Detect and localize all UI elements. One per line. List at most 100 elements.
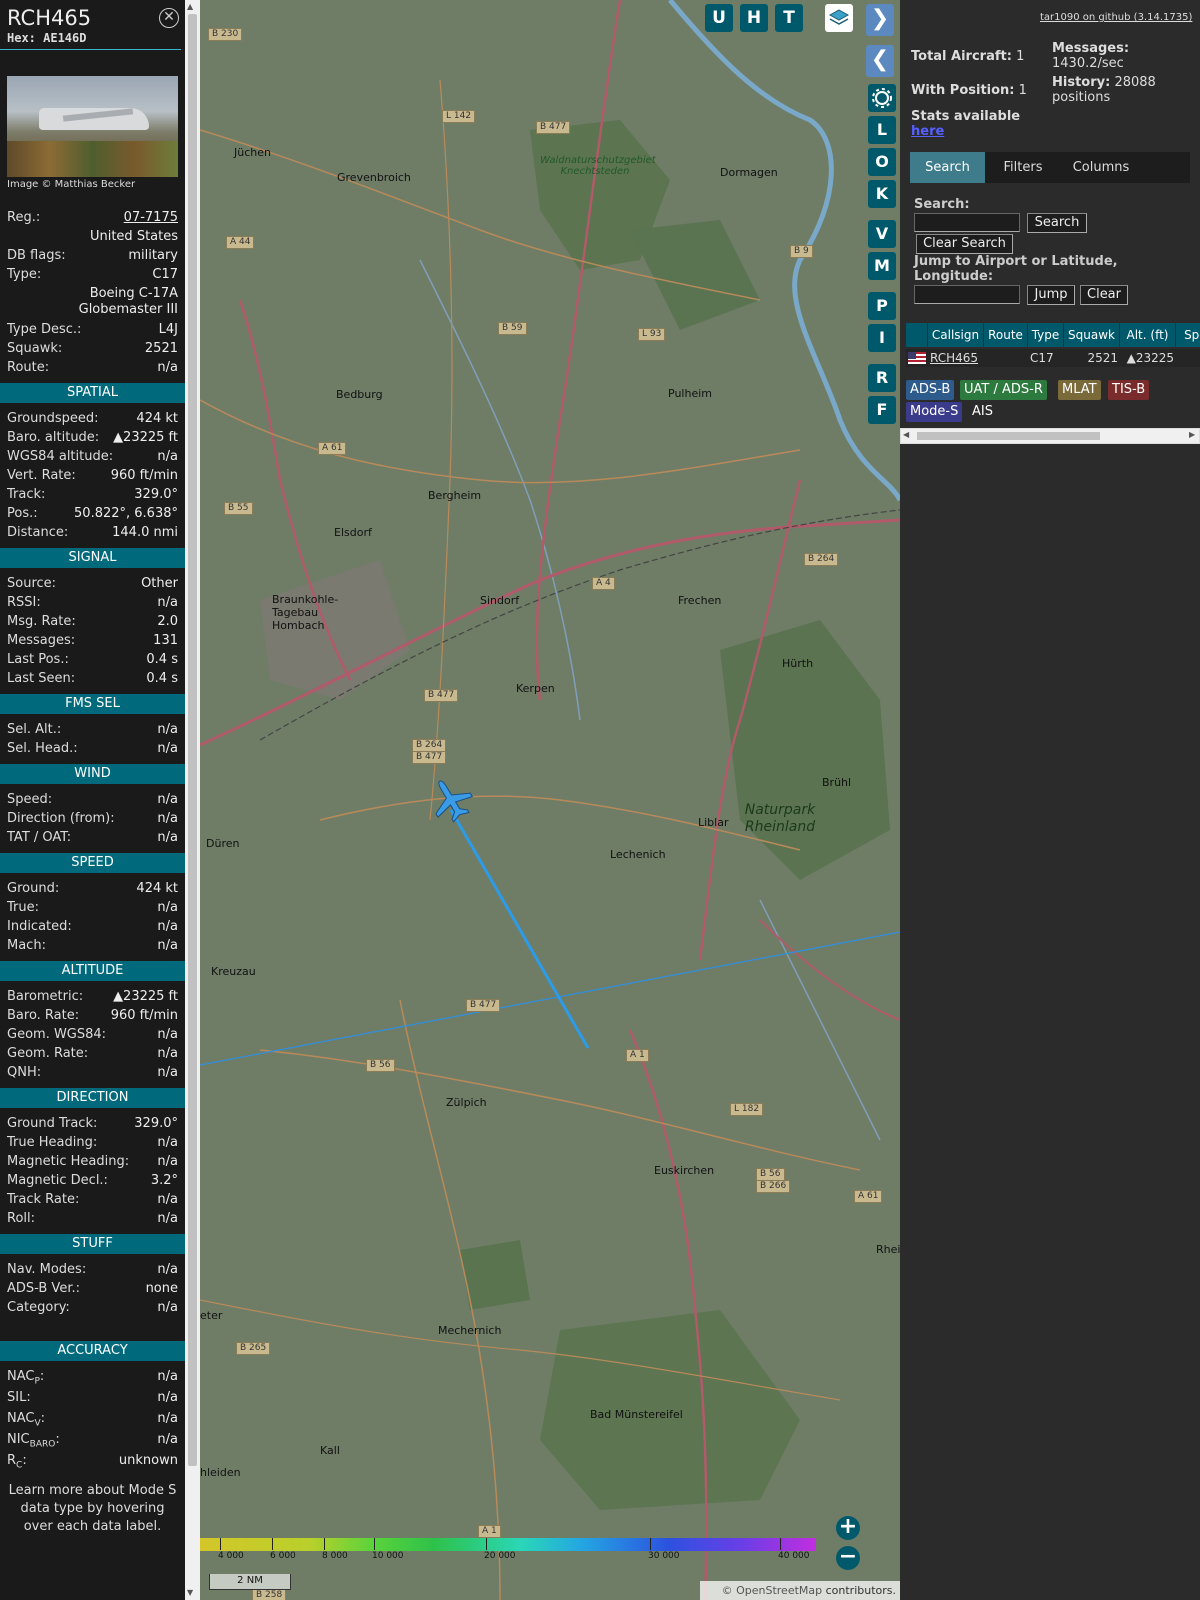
- info-row-label[interactable]: Source:: [7, 574, 56, 593]
- info-row-label[interactable]: True:: [7, 898, 39, 917]
- col-altitude[interactable]: Alt. (ft): [1120, 323, 1176, 347]
- info-row-label[interactable]: Distance:: [7, 523, 68, 542]
- info-row-label[interactable]: TAT / OAT:: [7, 828, 71, 847]
- toggle-o-button[interactable]: O: [868, 148, 896, 176]
- info-row-label[interactable]: Last Seen:: [7, 669, 75, 688]
- info-row-label[interactable]: DB flags:: [7, 246, 66, 265]
- info-row-label[interactable]: Roll:: [7, 1209, 35, 1228]
- hscroll-thumb[interactable]: [917, 432, 1100, 440]
- info-row-label[interactable]: Geom. WGS84:: [7, 1025, 106, 1044]
- info-row-label[interactable]: ADS-B Ver.:: [7, 1279, 80, 1298]
- toggle-i-button[interactable]: I: [868, 324, 896, 352]
- info-row-label[interactable]: QNH:: [7, 1063, 41, 1082]
- info-row-label[interactable]: Mach:: [7, 936, 46, 955]
- legend-ais[interactable]: AIS: [968, 402, 997, 422]
- map-view[interactable]: Jüchen Grevenbroich Dormagen Bedburg Pulheim…: [200, 0, 900, 1600]
- info-row-label[interactable]: Indicated:: [7, 917, 72, 936]
- col-callsign[interactable]: Callsign: [928, 323, 984, 347]
- toggle-v-button[interactable]: V: [868, 220, 896, 248]
- info-row-label[interactable]: Squawk:: [7, 339, 62, 358]
- info-row-label[interactable]: Track Rate:: [7, 1190, 79, 1209]
- toggle-m-button[interactable]: M: [868, 252, 896, 280]
- aircraft-photo[interactable]: [7, 76, 178, 177]
- info-row-label[interactable]: Route:: [7, 358, 49, 377]
- info-row-label[interactable]: Vert. Rate:: [7, 466, 76, 485]
- github-link[interactable]: tar1090 on github (3.14.1735): [1040, 12, 1192, 23]
- toggle-u-button[interactable]: U: [705, 4, 733, 32]
- info-row-label[interactable]: Baro. altitude:: [7, 428, 99, 447]
- scroll-left-icon[interactable]: ◀: [903, 430, 909, 439]
- info-row-label[interactable]: Speed:: [7, 790, 52, 809]
- search-button[interactable]: Search: [1027, 213, 1087, 233]
- accuracy-label[interactable]: RC:: [7, 1451, 27, 1472]
- info-row-label[interactable]: Ground Track:: [7, 1114, 97, 1133]
- scroll-up-icon[interactable]: ▲: [187, 2, 193, 11]
- info-row-label[interactable]: Sel. Alt.:: [7, 720, 61, 739]
- layers-icon[interactable]: [825, 4, 853, 32]
- row-callsign[interactable]: RCH465: [930, 349, 984, 367]
- scroll-down-icon[interactable]: ▼: [187, 1588, 193, 1597]
- info-row-label[interactable]: Messages:: [7, 631, 75, 650]
- legend-uat-ads-r[interactable]: UAT / ADS-R: [960, 380, 1047, 400]
- info-row-value[interactable]: 07-7175: [124, 208, 178, 227]
- info-row-label[interactable]: Groundspeed:: [7, 409, 98, 428]
- accuracy-label[interactable]: NICBARO:: [7, 1430, 60, 1451]
- info-row-label[interactable]: Magnetic Heading:: [7, 1152, 129, 1171]
- legend-tis-b[interactable]: TIS-B: [1108, 380, 1150, 400]
- info-row-label[interactable]: True Heading:: [7, 1133, 97, 1152]
- clear-search-button[interactable]: Clear Search: [916, 234, 1013, 254]
- legend-mlat[interactable]: MLAT: [1058, 380, 1101, 400]
- info-row-label[interactable]: Magnetic Decl.:: [7, 1171, 108, 1190]
- close-icon[interactable]: ✕: [159, 8, 179, 28]
- info-row-label[interactable]: WGS84 altitude:: [7, 447, 113, 466]
- info-row-label[interactable]: Sel. Head.:: [7, 739, 78, 758]
- scrollbar-thumb[interactable]: [188, 14, 197, 1466]
- zoom-in-icon[interactable]: +: [836, 1516, 860, 1540]
- toggle-r-button[interactable]: R: [868, 364, 896, 392]
- info-row-label[interactable]: Category:: [7, 1298, 70, 1317]
- chevron-left-icon[interactable]: ❮: [866, 45, 894, 77]
- osm-link[interactable]: © OpenStreetMap: [722, 1584, 823, 1597]
- info-scrollbar[interactable]: ▲ ▼: [185, 0, 200, 1600]
- tab-columns[interactable]: Columns: [1061, 152, 1141, 183]
- tab-filters[interactable]: Filters: [993, 152, 1053, 183]
- search-input[interactable]: [914, 213, 1020, 232]
- info-row-label[interactable]: Baro. Rate:: [7, 1006, 79, 1025]
- toggle-p-button[interactable]: P: [868, 292, 896, 320]
- jump-button[interactable]: Jump: [1027, 285, 1075, 305]
- jump-input[interactable]: [914, 285, 1020, 304]
- col-flag[interactable]: [906, 323, 928, 347]
- settings-gear-icon[interactable]: [868, 84, 896, 112]
- info-row-label[interactable]: Barometric:: [7, 987, 83, 1006]
- col-route[interactable]: Route: [984, 323, 1028, 347]
- toggle-l-button[interactable]: L: [868, 116, 896, 144]
- tab-search[interactable]: Search: [910, 152, 985, 183]
- chevron-right-icon[interactable]: ❯: [866, 4, 894, 36]
- info-row-label[interactable]: Geom. Rate:: [7, 1044, 88, 1063]
- legend-mode-s[interactable]: Mode-S: [906, 402, 963, 422]
- table-horizontal-scrollbar[interactable]: ◀ ▶: [900, 428, 1200, 444]
- info-row-label[interactable]: Type Desc.:: [7, 320, 81, 339]
- info-row-label[interactable]: Type:: [7, 265, 41, 284]
- col-type[interactable]: Type: [1028, 323, 1064, 347]
- info-row-label[interactable]: Last Pos.:: [7, 650, 69, 669]
- info-row-label[interactable]: Track:: [7, 485, 45, 504]
- toggle-t-button[interactable]: T: [775, 4, 803, 32]
- zoom-out-icon[interactable]: −: [836, 1546, 860, 1570]
- info-row-label[interactable]: Direction (from):: [7, 809, 115, 828]
- col-squawk[interactable]: Squawk: [1064, 323, 1120, 347]
- info-row-label[interactable]: Msg. Rate:: [7, 612, 76, 631]
- info-row-label[interactable]: Pos.:: [7, 504, 38, 523]
- toggle-f-button[interactable]: F: [868, 396, 896, 424]
- info-row-label[interactable]: RSSI:: [7, 593, 41, 612]
- toggle-h-button[interactable]: H: [740, 4, 768, 32]
- scroll-right-icon[interactable]: ▶: [1189, 430, 1195, 439]
- clear-button[interactable]: Clear: [1080, 285, 1128, 305]
- info-row-label[interactable]: Reg.:: [7, 208, 40, 227]
- info-row-label[interactable]: Ground:: [7, 879, 59, 898]
- accuracy-label[interactable]: NACP:: [7, 1367, 44, 1388]
- col-speed[interactable]: Spd: [1176, 323, 1200, 347]
- info-row-label[interactable]: Nav. Modes:: [7, 1260, 86, 1279]
- toggle-k-button[interactable]: K: [868, 180, 896, 208]
- stats-link[interactable]: here: [911, 124, 944, 139]
